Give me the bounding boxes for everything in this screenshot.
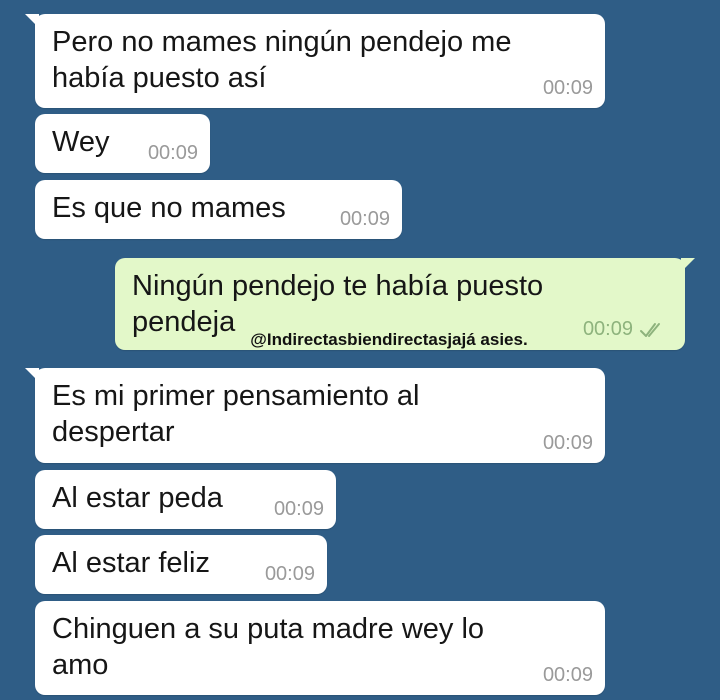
message-time: 00:09 <box>273 498 324 520</box>
message-tail <box>681 258 695 272</box>
message-text: Pero no mames ningún pendejo me había pu… <box>52 24 511 96</box>
message-text: Al estar peda <box>52 480 223 516</box>
message-bubble-6[interactable]: Al estar peda 00:09 <box>35 470 336 529</box>
message-bubble-5[interactable]: Es mi primer pensamiento al despertar 00… <box>25 368 605 463</box>
chat-area: Pero no mames ningún pendejo me había pu… <box>0 0 720 700</box>
message-text: Es mi primer pensamiento al despertar <box>52 378 419 450</box>
message-bubble-1[interactable]: Pero no mames ningún pendejo me había pu… <box>25 14 605 108</box>
message-line: Es mi primer pensamiento al <box>52 380 420 412</box>
message-line: Al estar peda <box>52 482 223 514</box>
message-time: 00:09 <box>339 208 390 230</box>
message-tail <box>25 368 39 382</box>
message-line: Wey <box>52 126 110 158</box>
message-line: amo <box>52 649 109 681</box>
message-line: había puesto así <box>52 62 267 94</box>
message-time: 00:09 <box>542 664 593 686</box>
message-bubble-3[interactable]: Es que no mames 00:09 <box>35 180 402 239</box>
message-time: 00:09 <box>147 142 198 164</box>
message-text: Es que no mames <box>52 190 286 226</box>
message-time: 00:09 <box>542 77 593 99</box>
message-text: Al estar feliz <box>52 545 210 581</box>
message-line: Ningún pendejo te había puesto <box>132 270 544 302</box>
message-bubble-7[interactable]: Al estar feliz 00:09 <box>35 535 327 594</box>
message-time: 00:09 <box>264 563 315 585</box>
watermark: @Indirectasbiendirectasjajá asies. <box>250 330 528 349</box>
message-text: Wey <box>52 124 109 160</box>
message-time: 00:09 <box>582 318 633 340</box>
message-text: Chinguen a su puta madre wey lo amo <box>52 611 484 683</box>
double-check-icon <box>640 323 660 337</box>
message-time: 00:09 <box>542 432 593 454</box>
message-bubble-8[interactable]: Chinguen a su puta madre wey lo amo 00:0… <box>35 601 605 695</box>
message-line: Chinguen a su puta madre wey lo <box>52 613 485 645</box>
message-bubble-2[interactable]: Wey 00:09 <box>35 114 210 173</box>
message-line: Al estar feliz <box>52 547 210 579</box>
message-tail <box>25 14 39 28</box>
message-line: Es que no mames <box>52 192 286 224</box>
message-line: Pero no mames ningún pendejo me <box>52 26 512 58</box>
message-line: despertar <box>52 416 175 448</box>
